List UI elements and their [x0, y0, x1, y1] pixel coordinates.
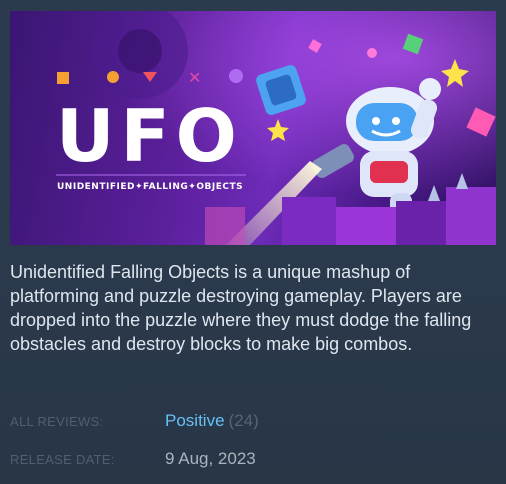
review-count: (24) [228, 411, 259, 430]
game-logo-subtitle: UNIDENTIFIED✦FALLING✦OBJECTS [57, 182, 243, 192]
game-description: Unidentified Falling Objects is a unique… [10, 262, 472, 354]
reviews-value: Positive (24) [165, 411, 259, 431]
game-header-art: ✕ UFO UNIDENTIFIED✦FALLING✦OBJECTS [10, 11, 496, 245]
release-date-row: RELEASE DATE: 9 Aug, 2023 [10, 449, 490, 471]
cross-shape-icon: ✕ [188, 68, 201, 87]
release-date-value: 9 Aug, 2023 [165, 449, 256, 468]
square-shape-icon [57, 72, 69, 84]
reviews-row: ALL REVIEWS: Positive (24) [10, 411, 490, 433]
game-header-image[interactable]: ✕ UFO UNIDENTIFIED✦FALLING✦OBJECTS [10, 11, 496, 245]
release-date-label: RELEASE DATE: [10, 452, 115, 467]
circle-shape-icon [107, 71, 119, 83]
review-summary-link[interactable]: Positive [165, 411, 225, 430]
game-logo: UFO [56, 94, 243, 178]
reviews-label: ALL REVIEWS: [10, 414, 104, 429]
game-info-panel: ✕ UFO UNIDENTIFIED✦FALLING✦OBJECTS Unide… [0, 0, 506, 484]
skull-shape-icon [229, 69, 243, 83]
